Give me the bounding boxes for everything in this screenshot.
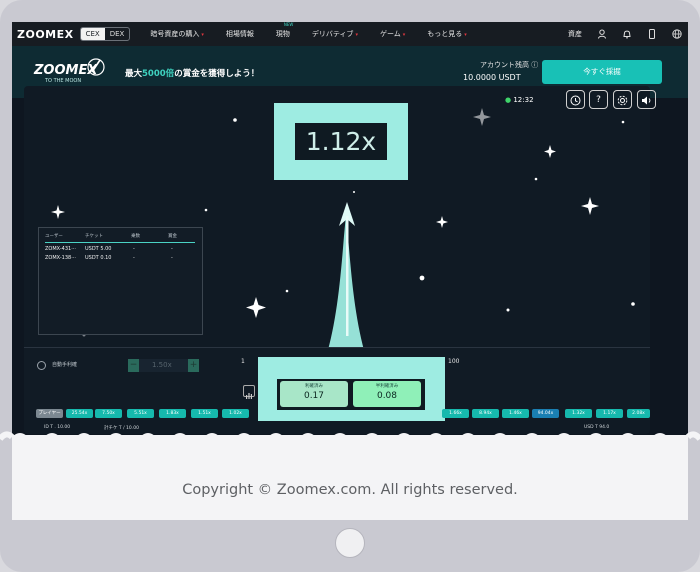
row-prize: - [171,246,173,252]
history-chip[interactable]: 25.54x [66,409,93,418]
history-chip[interactable]: 5.51x [127,409,154,418]
sound-button[interactable] [637,90,656,109]
star [621,120,625,124]
ticker-label: プレイヤー [36,409,63,418]
clock-icon [570,95,581,106]
header-divider [45,242,195,243]
col-multiplier: 乗数 [131,234,140,239]
multiplier-highlight: 1.12x [274,103,408,180]
bar-chart-icon [246,393,252,399]
menu-spot[interactable]: NEW 現物 [276,22,293,39]
row-mult: - [133,255,135,261]
history-chip[interactable]: 7.50x [95,409,122,418]
row-prize: - [171,255,173,261]
history-chip[interactable]: 1.66x [442,409,469,418]
copyright-text: Copyright © Zoomex.com. All rights reser… [182,482,518,498]
history-chip[interactable]: 8.94x [472,409,499,418]
home-button[interactable] [335,528,365,558]
menu-derivatives[interactable]: デリバティブ ▾ [312,29,358,39]
history-chip[interactable]: 1.17x [596,409,623,418]
row-ticket: USDT 5.00 [85,246,112,252]
menu-games[interactable]: ゲーム ▾ [380,29,405,39]
stepper-value: 1.50x [152,361,172,369]
question-icon: ? [596,95,601,105]
stats-button[interactable] [243,385,255,399]
auto-cashout-radio[interactable] [37,361,46,370]
new-badge: NEW [283,22,294,27]
bell-icon[interactable] [622,29,632,39]
plus-button[interactable]: + [188,359,199,372]
multiplier-display: 1.12x [295,123,387,160]
history-chip[interactable]: 1.02x [222,409,249,418]
row-user: ZOMX-431··· [45,246,76,252]
star [285,289,289,293]
segment-cex[interactable]: CEX [80,28,105,40]
mobile-icon[interactable] [647,29,657,39]
star [204,208,208,212]
rocket-trail [324,202,368,364]
join-now-button[interactable]: 今すぐ採掘 [542,60,662,84]
globe-icon[interactable] [672,29,682,39]
cashout-panel: 利確済み 0.17 半利確済み 0.08 [277,379,425,410]
chevron-down-icon: ▾ [464,32,467,38]
history-chip[interactable]: 1.83x [159,409,186,418]
footer-panel [12,435,688,520]
promo-text: 最大5000倍の賞金を獲得しよう！ [125,69,260,79]
nav-right: 資産 [568,22,682,46]
cashout-button[interactable]: 利確済み 0.17 [280,381,348,407]
players-table: ユーザー チケット 乗数 賞金 ZOMX-431··· USDT 5.00 - … [38,227,203,335]
logo-tagline: TO THE MOON [45,78,82,84]
col-user: ユーザー [45,234,63,239]
star [631,302,635,306]
range-max: 100 [448,358,460,365]
star [506,308,510,312]
main-menu: 暗号資産の購入 ▾ 相場情報 NEW 現物 デリバティブ ▾ ゲーム ▾ もっと見る ▾ [150,22,488,39]
balance-label: アカウント残高 ⓘ [480,61,539,69]
history-chip[interactable]: 1.46x [502,409,529,418]
multiplier-stepper[interactable]: − 1.50x + [128,359,199,372]
gear-icon [617,95,628,106]
row-ticket: USDT 0.10 [85,255,112,261]
nav-logo[interactable]: ZOOMEX [17,28,74,41]
history-chip[interactable]: 1.51x [191,409,218,418]
rocket-logo-icon [87,58,105,76]
settings-button[interactable] [613,90,632,109]
user-icon[interactable] [597,29,607,39]
help-button[interactable]: ? [589,90,608,109]
row-mult: - [133,246,135,252]
speaker-icon [642,96,651,105]
wifi-icon: ● [505,96,512,104]
menu-more[interactable]: もっと見る ▾ [427,29,467,39]
history-button[interactable] [566,90,585,109]
star [419,275,425,281]
row-user: ZOMX-138··· [45,255,76,261]
range-min: 1 [241,358,245,365]
balance-value: 10.0000 USDT [463,73,521,82]
menu-markets[interactable]: 相場情報 [226,29,254,39]
history-chip[interactable]: 1.32x [565,409,592,418]
cex-dex-switch[interactable]: CEX DEX [79,27,131,41]
chevron-down-icon: ▾ [402,32,406,38]
star [534,177,538,181]
col-prize: 賞金 [168,234,177,239]
star [233,118,237,122]
history-chip[interactable]: 2.08x [627,409,650,418]
chevron-down-icon: ▾ [355,32,358,38]
col-ticket: チケット [85,234,103,239]
half-cashout-button[interactable]: 半利確済み 0.08 [353,381,421,407]
star [353,191,355,193]
chevron-down-icon: ▾ [201,32,204,38]
top-nav: ZOOMEX CEX DEX 暗号資産の購入 ▾ 相場情報 NEW 現物 デリバティ… [12,22,688,46]
menu-buy-crypto[interactable]: 暗号資産の購入 ▾ [150,29,204,39]
segment-dex[interactable]: DEX [105,28,130,40]
clock: ● 12:32 [505,96,534,104]
assets-link[interactable]: 資産 [568,29,582,39]
history-ticker: プレイヤー 25.54x 7.50x 5.51x 1.83x 1.51x 1.0… [24,409,650,419]
minus-button[interactable]: − [128,359,139,372]
history-chip[interactable]: 94.04x [532,409,559,418]
device-frame: ZOOMEX CEX DEX 暗号資産の購入 ▾ 相場情報 NEW 現物 デリバティ… [0,0,700,572]
auto-cashout-label: 自動手利確 [52,362,78,368]
